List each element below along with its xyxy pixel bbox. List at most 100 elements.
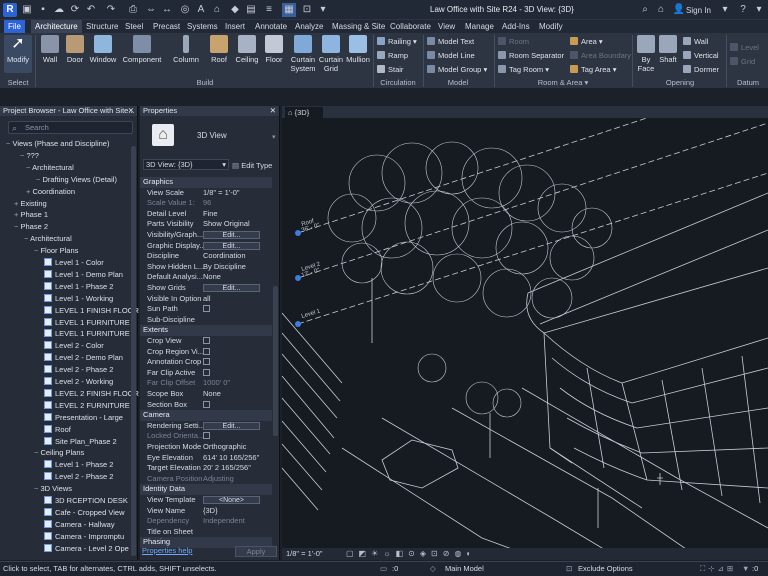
area-button[interactable]: Area ▾	[570, 37, 603, 46]
property-group-header[interactable]: Extents≈	[140, 325, 272, 336]
checkbox[interactable]	[203, 347, 210, 355]
property-row[interactable]: Parts Visibility Show Original	[140, 219, 272, 230]
edit-button[interactable]: Edit...	[203, 231, 260, 239]
browser-tree-node[interactable]: − ???	[20, 151, 39, 160]
property-row[interactable]: Locked Orienta...	[140, 431, 272, 442]
room-separator-button[interactable]: Room Separator	[498, 51, 564, 60]
window-button[interactable]: Window	[88, 35, 118, 64]
property-row[interactable]: Eye Elevation 614' 10 165/256"	[140, 453, 272, 464]
property-row[interactable]: Graphic Display... Edit...	[140, 241, 272, 252]
property-row[interactable]: Crop View	[140, 336, 272, 347]
property-value[interactable]: 1/8" = 1'-0"	[203, 188, 271, 199]
switch-windows-icon[interactable]: ▦	[282, 3, 296, 17]
browser-tree-node[interactable]: − Architectural	[24, 234, 72, 243]
apply-button[interactable]: Apply	[235, 546, 277, 557]
edit-button[interactable]: Edit...	[203, 284, 260, 292]
scrollbar[interactable]	[273, 286, 278, 436]
browser-view-item[interactable]: LEVEL 2 FINISH FLOOR	[44, 388, 139, 398]
level-head-icon[interactable]	[295, 275, 301, 281]
property-row[interactable]: Visibility/Graph... Edit...	[140, 230, 272, 241]
chevron-down-icon[interactable]: ▾	[752, 3, 766, 17]
browser-view-item[interactable]: Presentation - Large	[44, 412, 123, 422]
property-value[interactable]	[203, 304, 271, 315]
property-value[interactable]: 1000' 0"	[203, 378, 271, 389]
browser-view-item[interactable]: Level 2 - Phase 2	[44, 365, 113, 374]
property-row[interactable]: Discipline Coordination	[140, 251, 272, 262]
sync-icon[interactable]: ⟳	[68, 3, 82, 17]
tab-massing-site[interactable]: Massing & Site	[328, 20, 389, 33]
property-row[interactable]: Show Grids Edit...	[140, 283, 272, 294]
property-row[interactable]: View Name {3D}	[140, 506, 272, 517]
property-row[interactable]: Default Analysi... None	[140, 272, 272, 283]
browser-view-item[interactable]: LEVEL 1 FINISH FLOOR	[44, 305, 139, 315]
tab-collaborate[interactable]: Collaborate	[386, 20, 435, 33]
browser-tree-node[interactable]: − Drafting Views (Detail)	[36, 175, 117, 184]
browser-view-item[interactable]: Level 2 - Phase 2	[44, 472, 113, 481]
tab-systems[interactable]: Systems	[183, 20, 222, 33]
property-value[interactable]: None	[203, 272, 271, 283]
modify-button[interactable]: ➚ Modify	[4, 35, 32, 73]
user-icon[interactable]: 👤	[672, 3, 686, 17]
property-value[interactable]: Edit...	[203, 421, 271, 432]
browser-view-item[interactable]: LEVEL 1 FURNITURE	[44, 317, 130, 327]
selection-toggles-icons[interactable]: ⛶⊹⊿⊞	[700, 562, 736, 576]
section-icon[interactable]: ◆	[228, 3, 242, 17]
worksets-icon[interactable]: ▭	[380, 562, 387, 576]
mullion-button[interactable]: Mullion	[345, 35, 371, 64]
view-controls-icons[interactable]: ▢◩☀☼◧⊙◈⊡⊘◍◐	[346, 549, 476, 558]
tab-insert[interactable]: Insert	[221, 20, 249, 33]
model-text-button[interactable]: Model Text	[427, 37, 474, 46]
checkbox[interactable]	[203, 337, 210, 344]
browser-tree-node[interactable]: − Architectural	[26, 163, 74, 172]
property-value[interactable]: all	[203, 294, 271, 305]
property-value[interactable]: {3D}	[203, 506, 271, 517]
tab-modify[interactable]: Modify	[535, 20, 567, 33]
property-row[interactable]: Dependency Independent	[140, 516, 272, 527]
close-icon[interactable]: ✕	[270, 106, 276, 116]
tag-icon[interactable]: ◎	[178, 3, 192, 17]
edit-button[interactable]: Edit...	[203, 421, 260, 430]
tab-analyze[interactable]: Analyze	[291, 20, 327, 33]
undo-icon[interactable]: ↶	[84, 3, 98, 17]
shaft-button[interactable]: Shaft	[658, 35, 678, 64]
property-row[interactable]: Target Elevation 20' 2 165/256"	[140, 463, 272, 474]
browser-view-item[interactable]: Roof	[44, 424, 71, 434]
property-value[interactable]: By Discipline	[203, 262, 271, 273]
property-row[interactable]: Far Clip Offset 1000' 0"	[140, 378, 272, 389]
open-icon[interactable]: ▣	[20, 3, 34, 17]
align-icon[interactable]: ▤	[244, 3, 258, 17]
property-row[interactable]: Detail Level Fine	[140, 209, 272, 220]
railing-button[interactable]: Railing ▾	[377, 37, 417, 46]
roof-button[interactable]: Roof	[208, 35, 230, 64]
checkbox[interactable]	[203, 358, 210, 366]
tab-view[interactable]: View	[434, 20, 459, 33]
property-row[interactable]: Visible In Option all	[140, 294, 272, 305]
properties-help-link[interactable]: Properties help	[142, 546, 192, 555]
options-icon[interactable]: ⊡	[566, 562, 572, 576]
search-input[interactable]: Search	[8, 121, 133, 134]
checkbox[interactable]	[203, 305, 210, 313]
model-line-button[interactable]: Model Line	[427, 51, 475, 60]
property-row[interactable]: Section Box	[140, 400, 272, 411]
sign-in-link[interactable]: Sign In	[686, 6, 711, 15]
browser-view-item[interactable]: 3D RCEPTION DESK	[44, 496, 128, 505]
exclude-options[interactable]: Exclude Options	[578, 562, 633, 576]
tab-structure[interactable]: Structure	[82, 20, 122, 33]
property-row[interactable]: Sub-Discipline	[140, 315, 272, 326]
property-row[interactable]: Crop Region Vi...	[140, 347, 272, 358]
property-row[interactable]: Camera Position Adjusting	[140, 474, 272, 485]
browser-view-item[interactable]: Level 1 - Working	[44, 293, 113, 303]
edit-button[interactable]: Edit...	[203, 241, 260, 250]
grid-button[interactable]: Grid	[730, 57, 755, 66]
property-value[interactable]: None	[203, 389, 271, 400]
property-value[interactable]: Orthographic	[203, 442, 271, 453]
browser-tree-node[interactable]: − Phase 2	[14, 222, 48, 231]
browser-tree-node[interactable]: − Floor Plans	[34, 246, 78, 255]
app-logo-icon[interactable]: R	[3, 3, 17, 17]
property-value[interactable]	[203, 347, 271, 358]
by-face-button[interactable]: By Face	[636, 35, 656, 73]
close-hidden-icon[interactable]: ⊡	[300, 3, 314, 17]
browser-tree-node[interactable]: + Existing	[14, 199, 47, 208]
close-icon[interactable]: ✕	[128, 106, 134, 116]
level-head-icon[interactable]	[295, 321, 301, 327]
